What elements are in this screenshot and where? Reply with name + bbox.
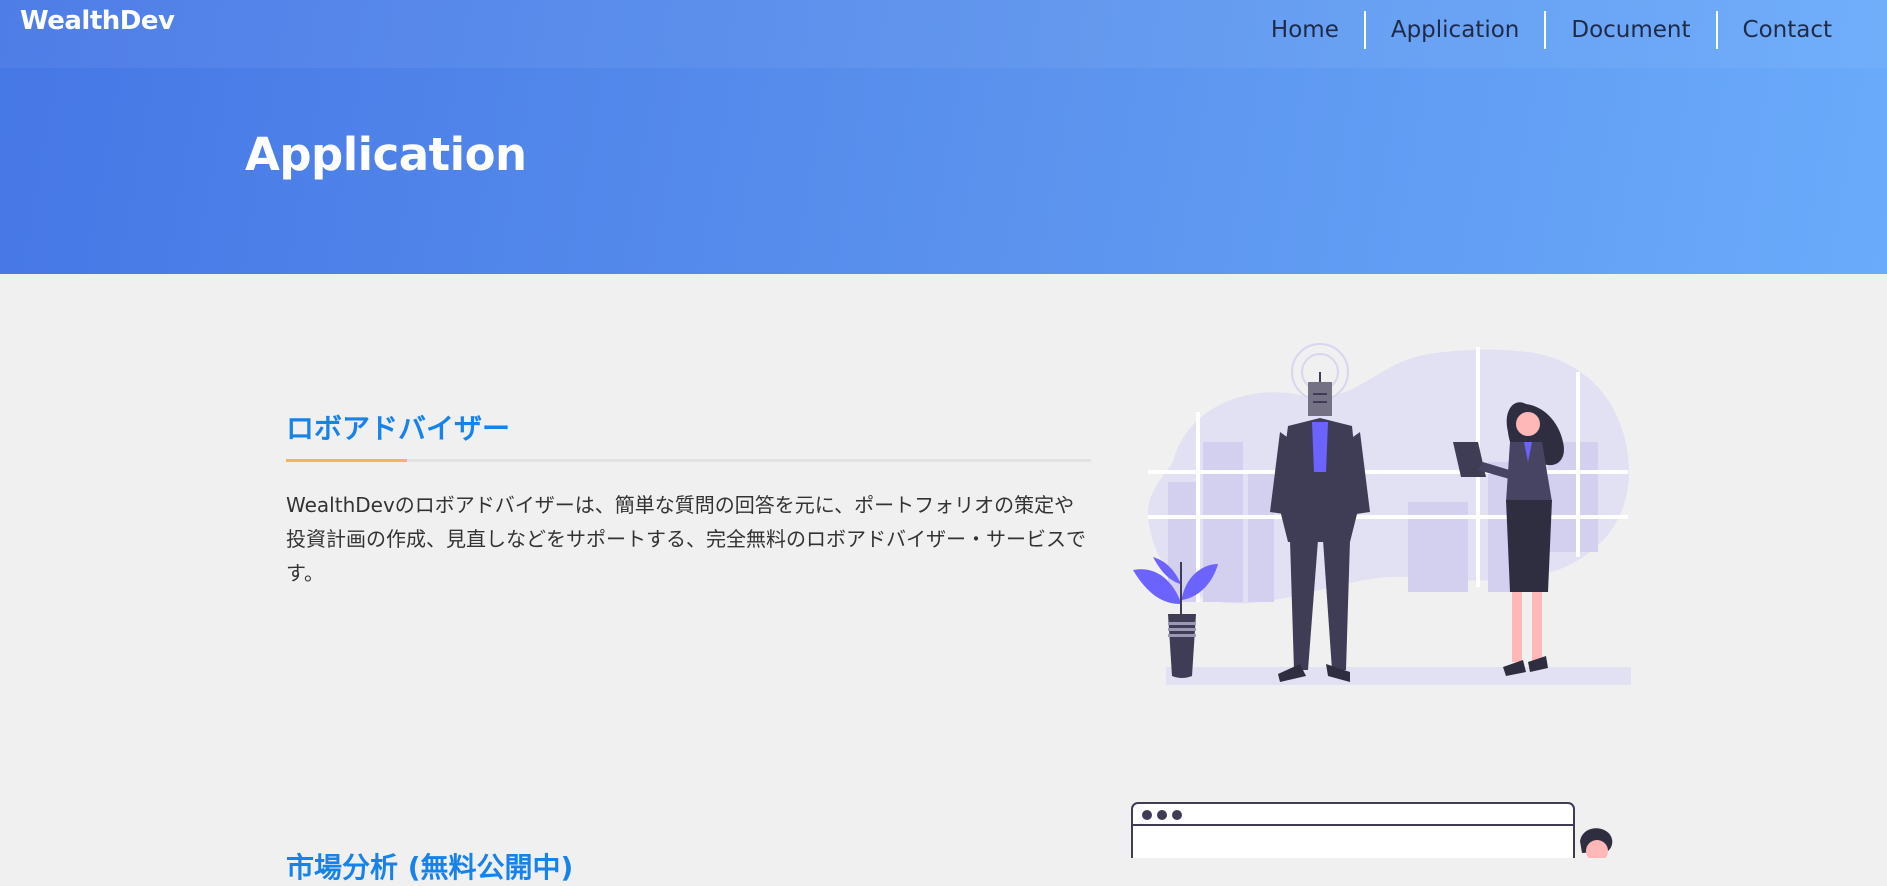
section-divider-accent bbox=[286, 459, 407, 462]
window-dot-icon bbox=[1142, 810, 1152, 820]
robot-and-businesswoman-illustration bbox=[1133, 343, 1631, 685]
window-dot-icon bbox=[1157, 810, 1167, 820]
section-divider bbox=[286, 459, 1091, 462]
window-dot-icon bbox=[1172, 810, 1182, 820]
nav-home-link[interactable]: Home bbox=[1246, 12, 1364, 48]
person-head-icon bbox=[1580, 828, 1613, 858]
main-nav: Home Application Document Contact bbox=[1246, 11, 1857, 49]
nav-contact-link[interactable]: Contact bbox=[1718, 12, 1857, 48]
floor-icon bbox=[1166, 667, 1631, 685]
nav-document-link[interactable]: Document bbox=[1546, 12, 1715, 48]
browser-window-person-illustration bbox=[1131, 802, 1613, 858]
brand-logo[interactable]: WealthDev bbox=[20, 6, 175, 36]
section-title-robo-advisor: ロボアドバイザー bbox=[286, 412, 511, 445]
potted-plant-icon bbox=[1133, 557, 1218, 678]
page-title: Application bbox=[245, 128, 527, 181]
nav-application-link[interactable]: Application bbox=[1366, 12, 1545, 48]
section-description: WealthDevのロボアドバイザーは、簡単な質問の回答を元に、ポートフォリオの… bbox=[286, 493, 1086, 585]
navbar: WealthDev Home Application Document Cont… bbox=[0, 0, 1887, 68]
section-title-market-analysis: 市場分析 (無料公開中) bbox=[286, 851, 574, 884]
